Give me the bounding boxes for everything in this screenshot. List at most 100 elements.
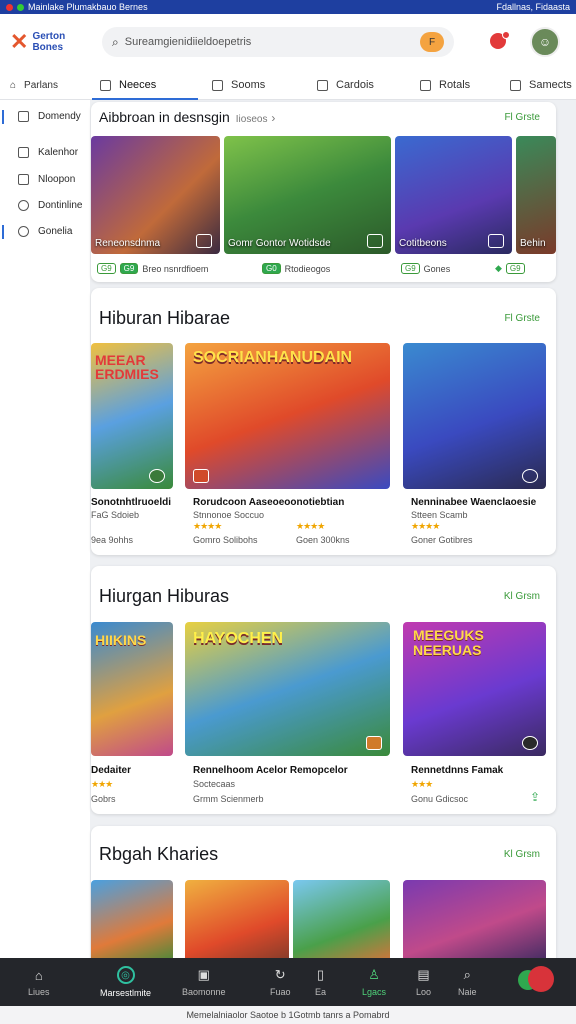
search-input[interactable]: Sureamgienidiieldoepetris <box>125 36 252 48</box>
game-card[interactable] <box>91 880 173 966</box>
tab-sooms[interactable]: Sooms <box>212 70 265 100</box>
game-card[interactable] <box>403 880 546 966</box>
game-art-title: MEEGUKS NEERUAS <box>413 627 484 658</box>
sidebar-header-label: Parlans <box>24 80 58 91</box>
game-meta: Soctecaas <box>193 779 236 789</box>
sidebar-icon <box>18 111 29 122</box>
nav-item-baomonne[interactable]: ▣ Baomonne <box>182 958 226 1006</box>
nav-item-loo[interactable]: ▤ Loo <box>416 958 431 1006</box>
status-dot-red <box>6 3 13 11</box>
sidebar-item-gonelia[interactable]: Gonelia <box>18 226 72 237</box>
game-card[interactable]: Gomr Gontor Wotidsde <box>224 136 391 254</box>
bookmark-icon[interactable] <box>366 736 382 750</box>
tag-pill[interactable]: G9 <box>97 263 116 274</box>
section-title: Hiurgan Hiburas <box>99 586 230 606</box>
bookmark-icon[interactable] <box>367 234 383 248</box>
game-card[interactable]: HAYOCHEN <box>185 622 390 756</box>
game-card[interactable] <box>403 343 546 489</box>
game-card[interactable] <box>293 880 390 966</box>
tag-pill[interactable]: G9 <box>401 263 420 274</box>
tag-text: Rtodieogos <box>284 263 331 274</box>
game-title[interactable]: Nenninabee Waenclaoesie <box>411 497 536 508</box>
game-meta: Stteen Scamb <box>411 510 468 520</box>
sidebar-item-nloopon[interactable]: Nloopon <box>18 174 75 185</box>
section-featured: Aibbroan in desnsgin Iioseos › Fl Grste R… <box>91 102 556 282</box>
rating-stars: ★★★★ <box>296 521 325 531</box>
nav-label: Ea <box>315 987 327 997</box>
game-title[interactable]: Dedaiter <box>91 765 131 776</box>
search-icon: ⌕ <box>463 967 471 982</box>
game-title[interactable]: Rennelhoom Acelor Remopcelor <box>193 765 348 776</box>
tab-label: Sooms <box>231 79 266 91</box>
fab-red-circle <box>528 966 554 992</box>
play-icon[interactable] <box>149 469 165 483</box>
search-bar[interactable]: ⌕ Sureamgienidiieldoepetris F <box>102 27 454 57</box>
nav-label: Fuao <box>270 987 291 997</box>
game-title[interactable]: Rennetdnns Famak <box>411 765 503 776</box>
footer-text: Memelalniaolor Saotoe b 1Gotmb tanrs a P… <box>0 1006 576 1024</box>
game-card-label: Behin <box>520 238 546 249</box>
game-art-title: MEEAR ERDMIES <box>95 352 159 382</box>
sidebar-item-kalenhor[interactable]: Kalenhor <box>18 147 78 158</box>
tag-pill[interactable]: G9 <box>505 263 525 274</box>
sidebar-icon <box>18 226 29 237</box>
sidebar: Domendy Kalenhor Nloopon Dontinline Gone… <box>0 100 90 958</box>
search-badge[interactable]: F <box>420 32 444 52</box>
play-icon[interactable] <box>522 469 538 483</box>
compass-icon: ◎ <box>116 966 135 984</box>
bookmark-icon[interactable] <box>193 469 209 483</box>
game-card[interactable]: Behin <box>516 136 556 254</box>
notification-icon[interactable] <box>484 31 510 53</box>
tab-neeces[interactable]: Neeces <box>100 70 156 100</box>
game-card-label: Reneonsdnma <box>95 238 161 249</box>
game-title[interactable]: Rorudcoon Aaseoeoonotiebtian <box>193 497 344 508</box>
rating-stars: ★★★ <box>91 779 113 789</box>
search-icon: ⌕ <box>112 34 119 49</box>
sidebar-item-dontinline[interactable]: Dontinline <box>18 200 82 211</box>
nav-label: Lgacs <box>362 987 387 997</box>
sidebar-icon <box>18 147 29 158</box>
tab-cardois[interactable]: Cardois <box>317 70 374 100</box>
game-card-label: Cotitbeons <box>399 238 447 249</box>
game-card[interactable]: SOCRIANHANUDAIN <box>185 343 390 489</box>
share-icon[interactable]: ⇪ <box>530 790 540 804</box>
see-all-link[interactable]: Kl Grsm <box>504 849 540 860</box>
app-logo[interactable]: ✕ Gerton Bones <box>10 31 96 54</box>
tag-pill[interactable]: G0 <box>262 263 281 274</box>
tag-text: Gones <box>423 263 451 274</box>
bookmark-icon[interactable] <box>196 234 212 248</box>
section-title: Hiburan Hibarae <box>99 308 231 328</box>
active-tab-indicator <box>92 98 198 100</box>
game-card[interactable]: Reneonsdnma <box>91 136 220 254</box>
game-card[interactable]: HIIKINS <box>91 622 173 756</box>
bookmark-icon[interactable] <box>488 234 504 248</box>
nav-item-ea[interactable]: ▯ Ea <box>315 958 326 1006</box>
see-all-link[interactable]: Fl Grste <box>504 313 540 324</box>
nav-item-fuao[interactable]: ↻ Fuao <box>270 958 291 1006</box>
game-meta: Stnnonoe Soccuo <box>193 510 265 520</box>
tab-samects[interactable]: Samects <box>510 70 572 100</box>
nav-item-marsestlmite[interactable]: ◎ Marsestlmite <box>100 958 151 1006</box>
nav-item-naie[interactable]: ⌕ Naie <box>458 958 477 1006</box>
tag-pill[interactable]: G9 <box>119 263 139 274</box>
game-card[interactable] <box>185 880 289 966</box>
sidebar-item-label: Kalenhor <box>38 147 79 158</box>
sidebar-active-marker <box>2 110 4 124</box>
avatar[interactable]: ☺ <box>530 27 560 57</box>
nav-item-lgacs[interactable]: ♙ Lgacs <box>362 958 386 1006</box>
game-card[interactable]: MEEAR ERDMIES <box>91 343 173 489</box>
user-icon: ♙ <box>368 967 380 982</box>
game-card[interactable]: Cotitbeons <box>395 136 512 254</box>
tab-rotals[interactable]: Rotals <box>420 70 470 100</box>
game-card[interactable]: MEEGUKS NEERUAS <box>403 622 546 756</box>
see-all-link[interactable]: Fl Grste <box>504 112 540 123</box>
play-icon[interactable] <box>522 736 538 750</box>
nav-item-liues[interactable]: ⌂ Liues <box>28 958 50 1006</box>
sidebar-item-domendy[interactable]: Domendy <box>18 111 81 122</box>
game-title[interactable]: Sonotnhtlruoeldi <box>91 497 171 508</box>
tab-bar <box>0 70 576 100</box>
game-art-title: HAYOCHEN <box>193 630 284 647</box>
floating-action-button[interactable] <box>518 966 556 994</box>
tab-icon <box>510 79 521 91</box>
see-all-link[interactable]: Kl Grsm <box>504 591 540 602</box>
